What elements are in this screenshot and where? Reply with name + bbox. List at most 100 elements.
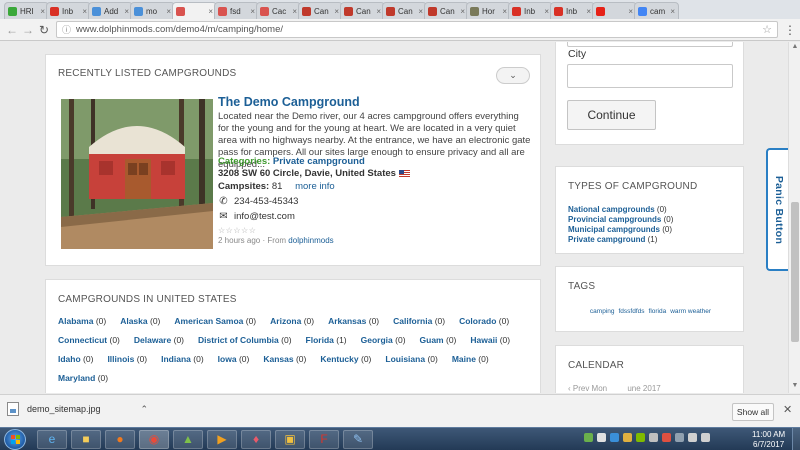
browser-tab[interactable]: Add × [88, 2, 133, 19]
state-link[interactable]: Iowa (0) [218, 354, 250, 364]
state-link[interactable]: Delaware (0) [134, 335, 184, 345]
show-all-button[interactable]: Show all [732, 403, 774, 421]
tray-app-icon[interactable] [675, 433, 684, 442]
start-button[interactable] [4, 429, 26, 450]
state-link[interactable]: Guam (0) [420, 335, 457, 345]
tray-app-icon[interactable] [662, 433, 671, 442]
tray-app-icon[interactable] [623, 433, 632, 442]
state-link[interactable]: Connecticut (0) [58, 335, 120, 345]
state-link[interactable]: Georgia (0) [361, 335, 406, 345]
browser-tab[interactable]: Can × [298, 2, 343, 19]
tab-close-icon[interactable]: × [334, 7, 339, 16]
category-link[interactable]: Private campground [273, 156, 365, 167]
state-link[interactable]: Hawaii (0) [470, 335, 510, 345]
chevron-up-icon[interactable]: ⌃ [141, 404, 149, 415]
browser-tab[interactable]: fsd × [214, 2, 259, 19]
network-icon[interactable] [688, 433, 697, 442]
browser-tab[interactable]: Can × [382, 2, 427, 19]
firefox-icon[interactable]: ● [105, 430, 135, 449]
back-icon[interactable]: ← [4, 23, 20, 37]
panic-button[interactable]: Panic Button [766, 148, 790, 271]
campground-thumbnail[interactable] [61, 99, 213, 249]
tag-link[interactable]: florida [649, 308, 667, 315]
tab-close-icon[interactable]: × [502, 7, 507, 16]
state-link[interactable]: Maryland (0) [58, 373, 108, 383]
chrome-icon[interactable]: ◉ [139, 430, 169, 449]
browser-tab[interactable]: Can × [424, 2, 469, 19]
state-link[interactable]: Maine (0) [452, 354, 489, 364]
frog-app-icon[interactable]: ▲ [173, 430, 203, 449]
tray-app-icon[interactable] [649, 433, 658, 442]
browser-tab[interactable]: Cac × [256, 2, 301, 19]
bookmark-star-icon[interactable]: ☆ [762, 23, 772, 36]
tab-close-icon[interactable]: × [124, 7, 129, 16]
tab-close-icon[interactable]: × [418, 7, 423, 16]
state-link[interactable]: District of Columbia (0) [198, 335, 292, 345]
type-link[interactable]: National campgrounds (0) [568, 205, 673, 215]
tab-close-icon[interactable]: × [460, 7, 465, 16]
state-link[interactable]: Kentucky (0) [320, 354, 371, 364]
tag-link[interactable]: fdssfdfds [619, 308, 645, 315]
type-link[interactable]: Municipal campgrounds (0) [568, 225, 673, 235]
browser-tab[interactable]: × [592, 2, 637, 19]
scroll-down-icon[interactable]: ▼ [789, 382, 800, 389]
address-bar[interactable]: ⓘ www.dolphinmods.com/demo4/m/camping/ho… [56, 21, 778, 38]
state-link[interactable]: Colorado (0) [459, 316, 509, 326]
tools-icon[interactable]: ✎ [343, 430, 373, 449]
state-link[interactable]: California (0) [393, 316, 445, 326]
state-link[interactable]: Kansas (0) [263, 354, 306, 364]
state-link[interactable]: Louisiana (0) [385, 354, 437, 364]
tray-app-icon[interactable] [584, 433, 593, 442]
page-scrollbar[interactable]: ▲ ▼ [788, 42, 800, 393]
city-input[interactable] [567, 64, 733, 88]
tab-close-icon[interactable]: × [166, 7, 171, 16]
more-info-link[interactable]: more info [295, 181, 335, 192]
browser-menu-icon[interactable]: ⋮ [784, 23, 796, 37]
scroll-up-icon[interactable]: ▲ [789, 43, 800, 50]
state-link[interactable]: Alabama (0) [58, 316, 106, 326]
collapse-button[interactable]: ⌄ [496, 67, 530, 84]
tray-app-icon[interactable] [610, 433, 619, 442]
tab-close-icon[interactable]: × [670, 7, 675, 16]
reload-icon[interactable]: ↻ [36, 23, 52, 37]
scrollbar-thumb[interactable] [791, 202, 799, 342]
ie-icon[interactable]: e [37, 430, 67, 449]
tray-app-icon[interactable] [597, 433, 606, 442]
calendar-prev-link[interactable]: ‹ Prev Mon [568, 384, 607, 393]
previous-field-input[interactable] [567, 42, 733, 47]
browser-tab[interactable]: HRI × [4, 2, 49, 19]
tab-close-icon[interactable]: × [586, 7, 591, 16]
tab-close-icon[interactable]: × [208, 7, 213, 16]
outlook-icon[interactable]: ▣ [275, 430, 305, 449]
tag-link[interactable]: warm weather [670, 308, 711, 315]
browser-tab[interactable]: Can × [340, 2, 385, 19]
browser-tab[interactable]: cam × [634, 2, 679, 19]
paint-icon[interactable]: ♦ [241, 430, 271, 449]
show-desktop-button[interactable] [792, 428, 800, 450]
state-link[interactable]: Arizona (0) [270, 316, 314, 326]
system-clock[interactable]: 11:00 AM 6/7/2017 [752, 430, 785, 450]
type-link[interactable]: Private campground (1) [568, 235, 673, 245]
tab-close-icon[interactable]: × [82, 7, 87, 16]
filezilla-icon[interactable]: F [309, 430, 339, 449]
browser-tab[interactable]: mo × [130, 2, 175, 19]
author-link[interactable]: dolphinmods [288, 236, 333, 245]
continue-button[interactable]: Continue [567, 100, 656, 130]
tab-close-icon[interactable]: × [292, 7, 297, 16]
browser-tab[interactable]: × [172, 2, 217, 19]
state-link[interactable]: Florida (1) [306, 335, 347, 345]
type-link[interactable]: Provincial campgrounds (0) [568, 215, 673, 225]
state-link[interactable]: Arkansas (0) [328, 316, 379, 326]
volume-icon[interactable] [701, 433, 710, 442]
browser-tab[interactable]: Inb × [46, 2, 91, 19]
tab-close-icon[interactable]: × [628, 7, 633, 16]
browser-tab[interactable]: Inb × [508, 2, 553, 19]
state-link[interactable]: Indiana (0) [161, 354, 204, 364]
browser-tab[interactable]: Inb × [550, 2, 595, 19]
forward-icon[interactable]: → [20, 23, 36, 37]
download-item[interactable]: demo_sitemap.jpg ⌃ [7, 402, 148, 416]
tray-app-icon[interactable] [636, 433, 645, 442]
page-info-icon[interactable]: ⓘ [62, 23, 71, 36]
tab-close-icon[interactable]: × [376, 7, 381, 16]
campground-title-link[interactable]: The Demo Campground [218, 95, 360, 109]
